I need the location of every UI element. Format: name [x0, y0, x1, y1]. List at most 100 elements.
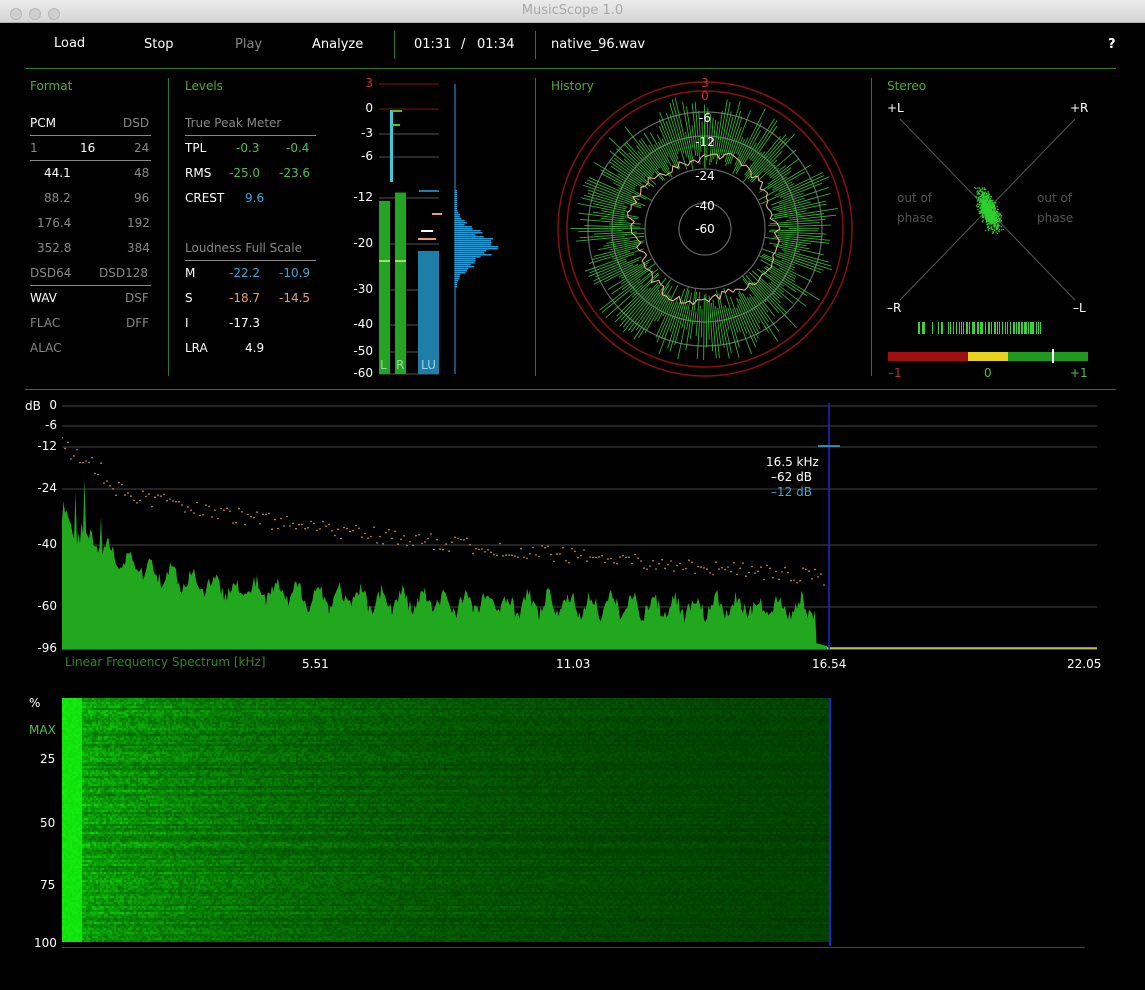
spectrum-peak-point [535, 554, 537, 556]
stereo-sample [996, 216, 998, 218]
spectrum-peak-point [745, 575, 747, 577]
stereo-sample [993, 227, 995, 229]
stereo-sample [999, 220, 1001, 223]
crest-label: CREST [185, 191, 225, 205]
spectrum-peak-point [610, 557, 612, 560]
stereo-sample [992, 207, 995, 210]
stereo-sample [997, 215, 999, 217]
spectrum-peak-point [808, 570, 810, 572]
spectrum-peak-point [460, 538, 462, 541]
format-rate-48: 48 [134, 166, 150, 180]
spectrum-peak-point [76, 449, 78, 451]
spectrum-peak-point [136, 502, 138, 504]
spectrum-peak-point [223, 509, 225, 511]
spectrum-peak-point [88, 461, 90, 464]
stereo-sample [982, 217, 984, 219]
format-bits-1: 1 [30, 141, 38, 155]
stereo-sample [987, 213, 989, 215]
loudness-histogram-bin [455, 272, 466, 274]
spectrum-peak-point [631, 562, 633, 565]
loudness-histogram-bin [455, 206, 457, 208]
correlation-tick [922, 322, 923, 334]
spectrum-peak-point [337, 528, 339, 530]
spectrum-peak-point [100, 462, 102, 464]
stereo-sample [995, 210, 997, 212]
stereo-sample [985, 188, 987, 190]
format-dsf: DSF [125, 291, 149, 305]
correlation-tick [974, 322, 975, 334]
format-alac: ALAC [30, 341, 62, 355]
toolbar-separator [25, 68, 1116, 69]
analyze-button[interactable]: Analyze [312, 37, 363, 52]
loudness-histogram-bin [455, 268, 469, 270]
spectrum-peak-point [157, 494, 159, 496]
spectrum-peak-point [400, 538, 402, 541]
spectrum-peak-point [649, 565, 651, 567]
correlation-tick [1013, 322, 1014, 334]
meter-lu-marker [419, 190, 439, 192]
spectrum-peak-point [190, 509, 192, 511]
format-pcm: PCM [30, 116, 56, 130]
format-rate-44: 44.1 [44, 166, 71, 180]
spectrum-peak-point [379, 535, 381, 538]
stereo-sample [986, 215, 988, 218]
meter-label-r: R [396, 358, 405, 372]
spectrum-peak-point [643, 567, 645, 569]
spectrum-peak-point [571, 548, 573, 550]
i-label: I [185, 316, 189, 330]
stereo-sample [991, 227, 993, 229]
spectrum-peak-point [151, 505, 153, 508]
load-button[interactable]: Load [54, 36, 85, 51]
correlation-tick [1025, 322, 1026, 334]
spectrogram-cursor[interactable] [829, 698, 831, 946]
spectrum-peak-point [187, 506, 189, 508]
spectrum-peak-point [79, 461, 81, 464]
stop-button[interactable]: Stop [144, 37, 174, 52]
help-button[interactable]: ? [1108, 37, 1116, 52]
spectrum-peak-point [196, 501, 198, 504]
stereo-sample [989, 209, 991, 211]
play-button[interactable]: Play [235, 37, 262, 52]
spectrogram-image [62, 698, 830, 942]
stereo-sample [992, 232, 995, 234]
history-peak-spoke [708, 295, 714, 352]
lra-value: 4.9 [245, 341, 265, 355]
stereo-sample [997, 224, 999, 226]
spectrum-peak-point [727, 566, 729, 568]
stereo-sample [998, 218, 1001, 220]
correlation-tick [967, 322, 968, 334]
stereo-sample [979, 201, 981, 204]
correlation-tick [982, 322, 983, 334]
history-peak-spoke [727, 307, 740, 348]
correlation-tick [1038, 322, 1039, 334]
spectrogram-max: MAX [29, 723, 56, 737]
stereo-sample [993, 211, 995, 213]
spectrum-peak-point [133, 499, 135, 502]
spectrum-peak-point [310, 520, 312, 523]
correlation-tick [956, 322, 957, 334]
spectrum-peak-point [640, 560, 642, 562]
meter-peak-marker [392, 124, 400, 126]
stereo-sample [991, 203, 993, 205]
stereo-sample [983, 215, 985, 218]
correlation-tick [1028, 322, 1029, 334]
spectrum-peak-point [418, 533, 420, 536]
spectrum-peak-point [724, 568, 726, 571]
spectrum-peak-point [106, 480, 108, 482]
spectrum-peak-point [661, 558, 663, 561]
stereo-sample [978, 190, 980, 192]
spectrum-peak-point [148, 493, 150, 495]
spectrum-peak-point [184, 511, 186, 513]
spectrum-peak-point [217, 517, 219, 520]
loudness-histogram-bin [455, 196, 457, 198]
history-tick-label: -12 [695, 135, 715, 149]
stereo-sample [987, 228, 989, 230]
spectrum-peak-point [685, 567, 687, 570]
spectrum-peak-point [316, 529, 318, 532]
spectrum-peak-point [64, 447, 66, 450]
spectrum-peak-point [556, 553, 558, 555]
loudness-histogram-bin [455, 274, 461, 276]
stereo-sample [992, 231, 994, 233]
history-peak-spoke [705, 293, 708, 348]
stereo-sample [994, 208, 996, 210]
